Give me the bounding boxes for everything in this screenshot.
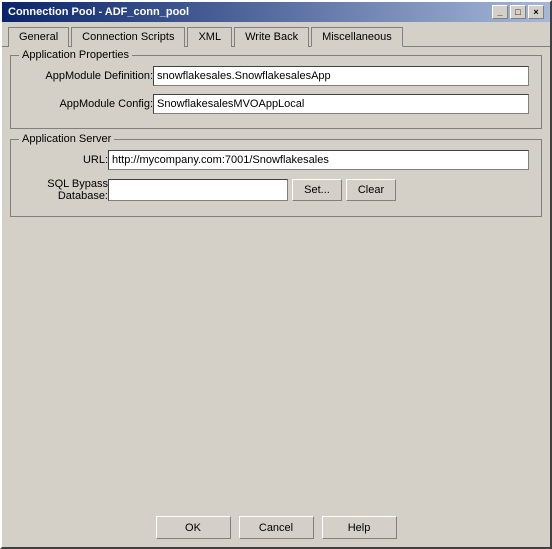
maximize-button[interactable]: □: [510, 5, 526, 19]
tab-xml[interactable]: XML: [187, 27, 232, 47]
app-module-def-input[interactable]: [153, 66, 529, 86]
tab-general[interactable]: General: [8, 27, 69, 47]
tab-miscellaneous[interactable]: Miscellaneous: [311, 27, 403, 47]
help-button[interactable]: Help: [322, 516, 397, 539]
window-title: Connection Pool - ADF_conn_pool: [8, 6, 189, 18]
footer-buttons: OK Cancel Help: [2, 508, 550, 547]
app-module-config-label: AppModule Config:: [23, 98, 153, 110]
tab-bar: General Connection Scripts XML Write Bac…: [2, 22, 550, 46]
url-row: URL:: [23, 150, 529, 170]
set-button[interactable]: Set...: [292, 179, 342, 201]
app-server-title: Application Server: [19, 133, 114, 145]
app-module-def-label: AppModule Definition:: [23, 70, 153, 82]
app-module-config-row: AppModule Config:: [23, 94, 529, 114]
ok-button[interactable]: OK: [156, 516, 231, 539]
title-bar-buttons: _ □ ×: [492, 5, 544, 19]
sql-bypass-row: SQL Bypass Database: Set... Clear: [23, 178, 529, 202]
sql-bypass-label: SQL Bypass Database:: [23, 178, 108, 202]
app-properties-group: Application Properties AppModule Definit…: [10, 55, 542, 129]
url-input[interactable]: [108, 150, 529, 170]
minimize-button[interactable]: _: [492, 5, 508, 19]
tab-write-back[interactable]: Write Back: [234, 27, 309, 47]
cancel-button[interactable]: Cancel: [239, 516, 314, 539]
content-area: Application Properties AppModule Definit…: [2, 46, 550, 508]
clear-button[interactable]: Clear: [346, 179, 396, 201]
content-spacer: [10, 227, 542, 500]
url-label: URL:: [23, 154, 108, 166]
sql-bypass-input[interactable]: [108, 179, 288, 201]
close-button[interactable]: ×: [528, 5, 544, 19]
app-module-def-row: AppModule Definition:: [23, 66, 529, 86]
tab-connection-scripts[interactable]: Connection Scripts: [71, 27, 185, 47]
app-properties-title: Application Properties: [19, 49, 132, 61]
main-window: Connection Pool - ADF_conn_pool _ □ × Ge…: [0, 0, 552, 549]
app-server-group: Application Server URL: SQL Bypass Datab…: [10, 139, 542, 217]
title-bar: Connection Pool - ADF_conn_pool _ □ ×: [2, 2, 550, 22]
app-module-config-input[interactable]: [153, 94, 529, 114]
